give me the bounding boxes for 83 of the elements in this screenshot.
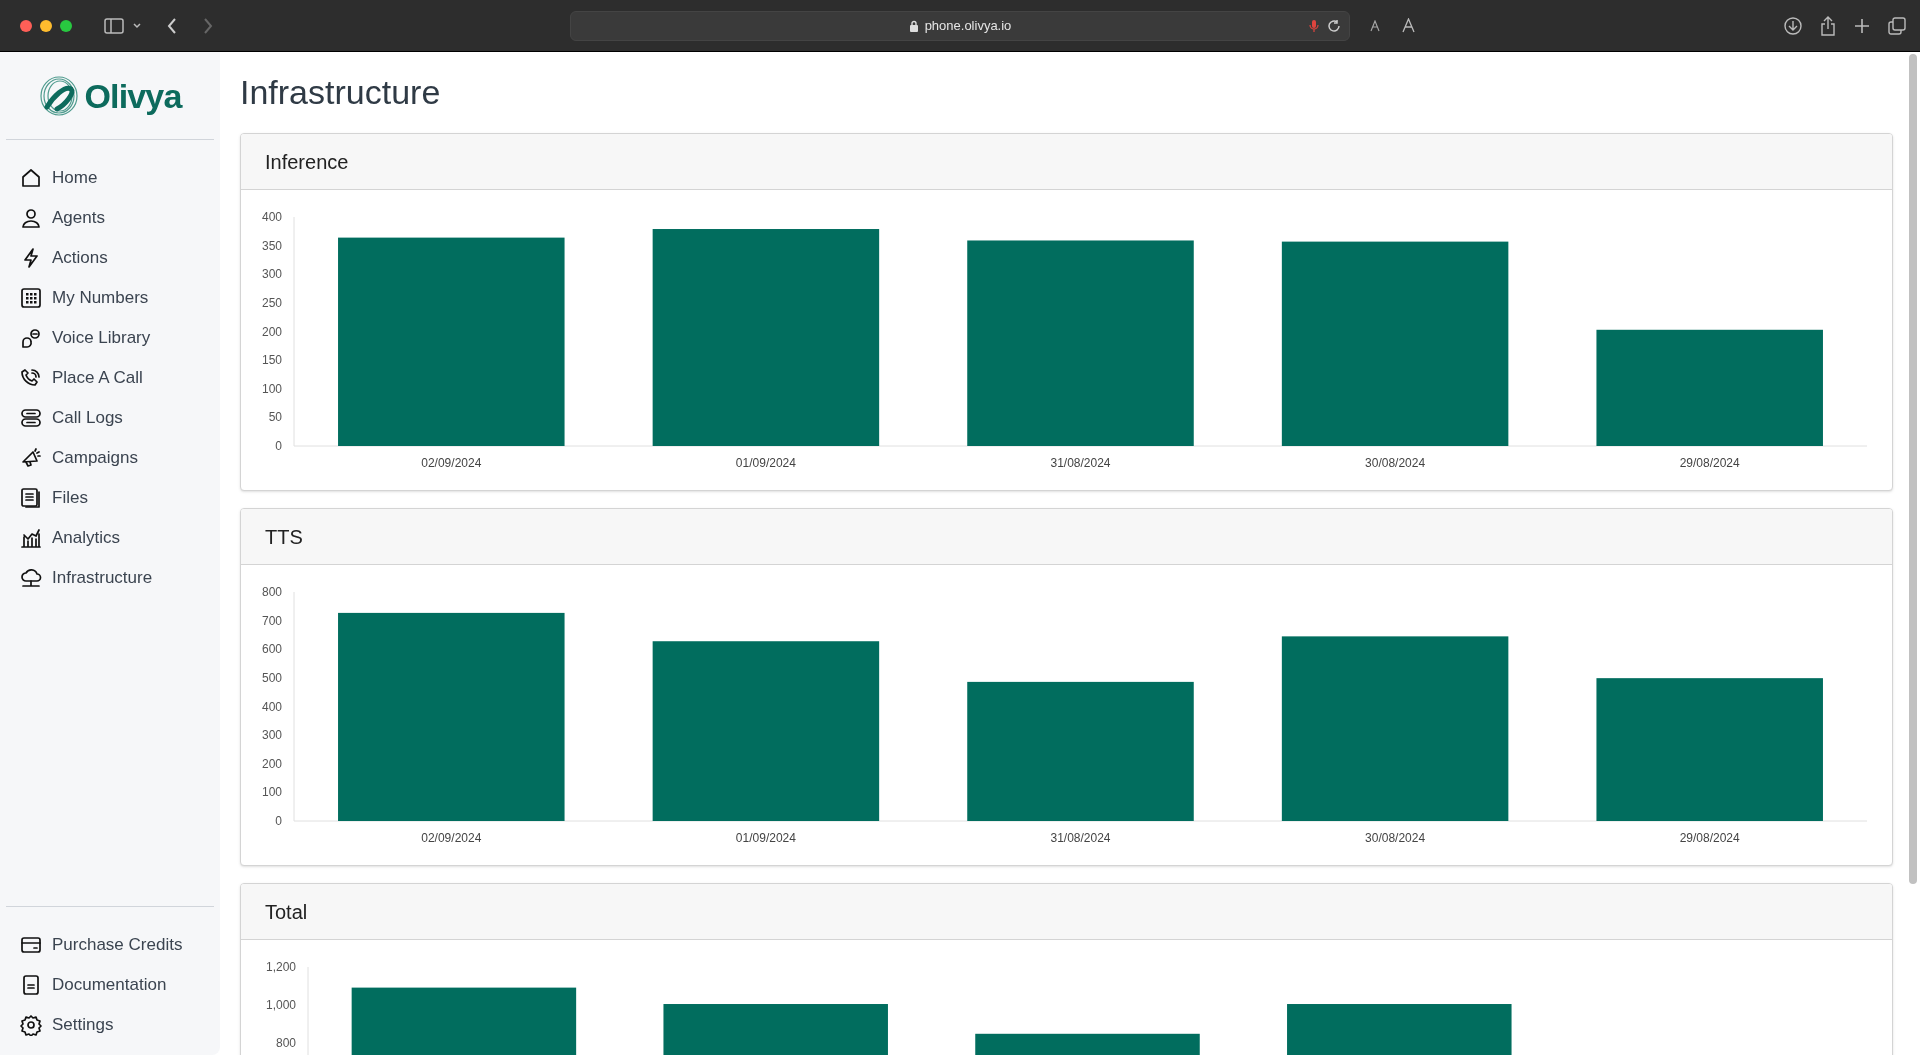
axis-tick-label: 100 [261, 785, 282, 800]
sidebar-item[interactable]: Voice Library [20, 318, 200, 358]
person-icon [20, 207, 42, 229]
logo-icon [38, 74, 79, 117]
axis-tick-label: 0 [275, 439, 282, 453]
sidebar-item[interactable]: Files [20, 478, 200, 518]
axis-tick-label: 800 [261, 585, 282, 599]
microphone-icon[interactable] [1309, 19, 1319, 33]
axis-tick-label: 30/08/2024 [1365, 831, 1426, 845]
sidebar-item[interactable]: Call Logs [20, 398, 200, 438]
axis-tick-label: 250 [261, 295, 282, 310]
reload-icon[interactable] [1327, 19, 1341, 33]
chevron-down-icon[interactable] [132, 20, 142, 31]
axis-tick-label: 29/08/2024 [1679, 456, 1740, 470]
sidebar-item[interactable]: Documentation [20, 965, 200, 1005]
cloud-network-icon [20, 567, 42, 589]
sidebar-toggle-icon[interactable] [104, 17, 124, 34]
card-title: Inference [265, 149, 349, 175]
maximize-window-button[interactable] [60, 19, 72, 32]
logo-text: Olivya [84, 78, 182, 113]
sidebar-item[interactable]: Agents [20, 198, 200, 238]
text-size-large-icon[interactable] [1402, 18, 1415, 33]
card-title: Total [265, 899, 308, 925]
axis-tick-label: 150 [261, 353, 282, 368]
document-icon [20, 487, 42, 509]
server-icon [20, 407, 42, 429]
book-icon [20, 974, 42, 996]
sidebar-item[interactable]: Campaigns [20, 438, 200, 478]
axis-tick-label: 600 [261, 642, 282, 657]
megaphone-icon [20, 447, 42, 469]
axis-tick-label: 31/08/2024 [1050, 456, 1111, 470]
axis-tick-label: 50 [268, 410, 282, 425]
axis-tick-label: 300 [261, 728, 282, 743]
back-icon[interactable] [166, 16, 178, 35]
axis-tick-label: 500 [261, 670, 282, 685]
axis-tick-label: 100 [261, 381, 282, 396]
axis-tick-label: 02/09/2024 [421, 831, 482, 845]
scrollbar-thumb[interactable] [1909, 54, 1917, 884]
axis-tick-label: 1,200 [265, 960, 296, 974]
lock-icon [908, 20, 919, 32]
tabs-icon[interactable] [1888, 16, 1906, 35]
phone-call-icon [20, 367, 42, 389]
settings-icon [20, 1014, 42, 1036]
axis-tick-label: 30/08/2024 [1365, 456, 1426, 470]
house-icon [20, 167, 42, 189]
axis-tick-label: 800 [275, 1036, 296, 1051]
card-title: TTS [265, 524, 303, 550]
sidebar-item[interactable]: Actions [20, 238, 200, 278]
axis-tick-label: 1,000 [265, 998, 296, 1013]
axis-tick-label: 0 [275, 814, 282, 828]
sidebar-item[interactable]: My Numbers [20, 278, 200, 318]
axis-tick-label: 01/09/2024 [735, 831, 796, 845]
sidebar-item[interactable]: Home [20, 158, 200, 198]
axis-tick-label: 300 [261, 267, 282, 282]
text-size-small-icon[interactable] [1370, 19, 1380, 32]
sidebar-item[interactable]: Purchase Credits [20, 925, 200, 965]
sidebar-item[interactable]: Analytics [20, 518, 200, 558]
axis-tick-label: 200 [261, 756, 282, 771]
axis-tick-label: 400 [261, 699, 282, 714]
axis-tick-label: 400 [261, 210, 282, 224]
keypad-icon [20, 287, 42, 309]
sidebar-item[interactable]: Settings [20, 1005, 200, 1045]
axis-tick-label: 01/09/2024 [735, 456, 796, 470]
axis-tick-label: 29/08/2024 [1679, 831, 1740, 845]
page-title: Infrastructure [240, 72, 442, 113]
axis-tick-label: 700 [261, 613, 282, 628]
url-text: phone.olivya.io [924, 17, 1012, 36]
close-window-button[interactable] [20, 19, 32, 32]
forward-icon[interactable] [202, 16, 214, 35]
axis-tick-label: 350 [261, 238, 282, 253]
sidebar-item[interactable]: Infrastructure [20, 558, 200, 598]
axis-tick-label: 02/09/2024 [421, 456, 482, 470]
bar-chart-icon [20, 527, 42, 549]
download-icon[interactable] [1784, 16, 1802, 35]
minimize-window-button[interactable] [40, 19, 52, 32]
speech-bubbles-icon [20, 327, 42, 349]
sidebar-item[interactable]: Place A Call [20, 358, 200, 398]
credit-card-icon [20, 934, 42, 956]
address-bar[interactable]: phone.olivya.io [570, 11, 1350, 41]
plus-icon[interactable] [1854, 17, 1870, 34]
axis-tick-label: 31/08/2024 [1050, 831, 1111, 845]
axis-tick-label: 200 [261, 324, 282, 339]
share-icon[interactable] [1820, 15, 1836, 36]
